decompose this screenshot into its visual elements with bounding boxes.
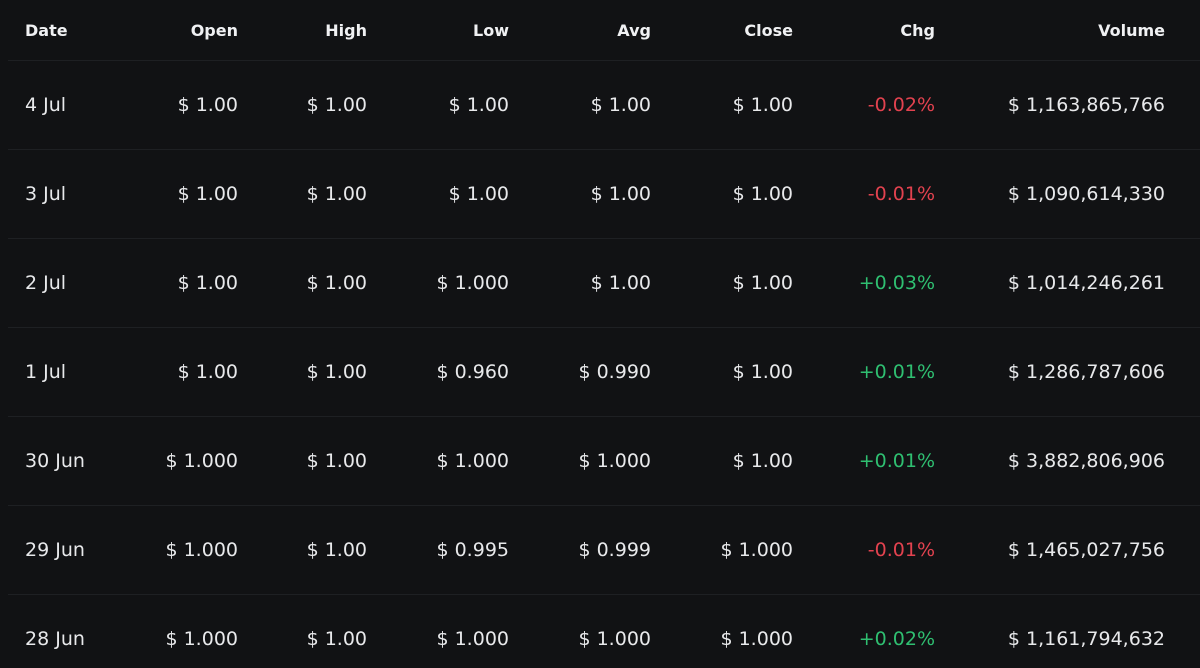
cell-date: 4 Jul — [25, 94, 67, 116]
cell-change: +0.01% — [858, 450, 935, 472]
cell-open: $ 1.000 — [165, 539, 238, 561]
cell-open: $ 1.00 — [177, 94, 238, 116]
cell-avg: $ 1.00 — [590, 183, 651, 205]
cell-volume: $ 1,163,865,766 — [1007, 94, 1165, 116]
column-header-avg[interactable]: Avg — [617, 0, 651, 60]
cell-date: 3 Jul — [25, 183, 67, 205]
column-header-date[interactable]: Date — [25, 0, 68, 60]
column-header-low[interactable]: Low — [473, 0, 509, 60]
cell-volume: $ 1,090,614,330 — [1007, 183, 1165, 205]
column-header-open[interactable]: Open — [191, 0, 238, 60]
table-row: 2 Jul $ 1.00 $ 1.00 $ 1.000 $ 1.00 $ 1.0… — [8, 239, 1200, 328]
column-header-high[interactable]: High — [325, 0, 367, 60]
cell-open: $ 1.000 — [165, 628, 238, 650]
cell-open: $ 1.00 — [177, 361, 238, 383]
cell-date: 28 Jun — [25, 628, 85, 650]
cell-close: $ 1.00 — [732, 450, 793, 472]
cell-low: $ 1.00 — [448, 94, 509, 116]
cell-low: $ 1.000 — [436, 628, 509, 650]
cell-avg: $ 1.000 — [578, 628, 651, 650]
cell-close: $ 1.00 — [732, 361, 793, 383]
price-history-table: Date Open High Low Avg Close Chg Volume … — [8, 0, 1200, 668]
cell-avg: $ 0.990 — [578, 361, 651, 383]
cell-avg: $ 1.00 — [590, 94, 651, 116]
cell-change: -0.01% — [867, 183, 935, 205]
cell-low: $ 1.000 — [436, 272, 509, 294]
column-header-close[interactable]: Close — [744, 0, 793, 60]
cell-change: +0.03% — [858, 272, 935, 294]
cell-open: $ 1.00 — [177, 183, 238, 205]
cell-date: 30 Jun — [25, 450, 85, 472]
table-row: 29 Jun $ 1.000 $ 1.00 $ 0.995 $ 0.999 $ … — [8, 506, 1200, 595]
cell-high: $ 1.00 — [306, 183, 367, 205]
cell-high: $ 1.00 — [306, 272, 367, 294]
cell-low: $ 1.000 — [436, 450, 509, 472]
cell-change: -0.01% — [867, 539, 935, 561]
table-row: 1 Jul $ 1.00 $ 1.00 $ 0.960 $ 0.990 $ 1.… — [8, 328, 1200, 417]
cell-avg: $ 1.00 — [590, 272, 651, 294]
cell-low: $ 0.960 — [436, 361, 509, 383]
cell-avg: $ 0.999 — [578, 539, 651, 561]
cell-close: $ 1.00 — [732, 183, 793, 205]
cell-date: 2 Jul — [25, 272, 67, 294]
column-header-volume[interactable]: Volume — [1098, 0, 1165, 60]
cell-low: $ 1.00 — [448, 183, 509, 205]
table-row: 30 Jun $ 1.000 $ 1.00 $ 1.000 $ 1.000 $ … — [8, 417, 1200, 506]
cell-close: $ 1.000 — [720, 539, 793, 561]
table-header-row: Date Open High Low Avg Close Chg Volume — [8, 0, 1200, 61]
cell-volume: $ 1,465,027,756 — [1007, 539, 1165, 561]
cell-high: $ 1.00 — [306, 539, 367, 561]
cell-change: +0.01% — [858, 361, 935, 383]
cell-volume: $ 1,014,246,261 — [1007, 272, 1165, 294]
table-row: 3 Jul $ 1.00 $ 1.00 $ 1.00 $ 1.00 $ 1.00… — [8, 150, 1200, 239]
cell-close: $ 1.00 — [732, 94, 793, 116]
cell-close: $ 1.00 — [732, 272, 793, 294]
cell-volume: $ 1,286,787,606 — [1007, 361, 1165, 383]
table-row: 28 Jun $ 1.000 $ 1.00 $ 1.000 $ 1.000 $ … — [8, 595, 1200, 668]
cell-avg: $ 1.000 — [578, 450, 651, 472]
column-header-chg[interactable]: Chg — [900, 0, 935, 60]
cell-high: $ 1.00 — [306, 94, 367, 116]
cell-volume: $ 3,882,806,906 — [1007, 450, 1165, 472]
cell-high: $ 1.00 — [306, 450, 367, 472]
cell-change: +0.02% — [858, 628, 935, 650]
cell-date: 29 Jun — [25, 539, 85, 561]
cell-low: $ 0.995 — [436, 539, 509, 561]
cell-volume: $ 1,161,794,632 — [1007, 628, 1165, 650]
table-row: 4 Jul $ 1.00 $ 1.00 $ 1.00 $ 1.00 $ 1.00… — [8, 61, 1200, 150]
cell-open: $ 1.00 — [177, 272, 238, 294]
cell-close: $ 1.000 — [720, 628, 793, 650]
cell-open: $ 1.000 — [165, 450, 238, 472]
cell-date: 1 Jul — [25, 361, 67, 383]
cell-high: $ 1.00 — [306, 628, 367, 650]
cell-change: -0.02% — [867, 94, 935, 116]
cell-high: $ 1.00 — [306, 361, 367, 383]
